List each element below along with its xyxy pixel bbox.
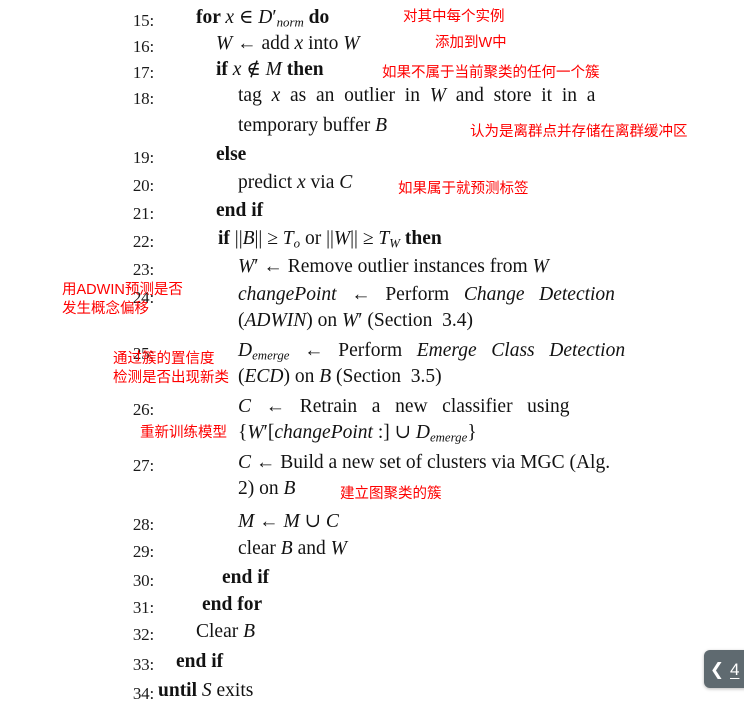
line-number: 20: — [132, 176, 154, 195]
algorithm-line: (ECD) on B (Section 3.5) — [0, 367, 744, 393]
line-code: temporary buffer B — [238, 115, 388, 136]
line-code: else — [216, 144, 247, 165]
line-code: changePoint ← Perform Change Detection — [238, 284, 615, 305]
line-number: 19: — [132, 148, 154, 167]
line-number: 21: — [132, 204, 154, 223]
algorithm-line: {W′[changePoint :] ∪ Demerge} — [0, 423, 744, 449]
line-code: 2) on B — [238, 478, 296, 499]
line-number: 31: — [132, 598, 154, 617]
line-number: 27: — [132, 456, 154, 475]
annotation-note: 通过簇的置信度 检测是否出现新类 — [113, 351, 229, 386]
algorithm-line: 18: tag x as an outlier in W and store it… — [0, 86, 744, 112]
line-code: until S exits — [158, 680, 254, 701]
line-code: C ← Retrain a new classifier using — [238, 396, 570, 417]
annotation-note: 重新训练模型 — [140, 425, 227, 441]
line-number: 26: — [132, 400, 154, 419]
line-code: end for — [202, 594, 263, 615]
algorithm-line: 15: for x ∈ D′norm do — [0, 8, 744, 34]
line-code: Demerge ← Perform Emerge Class Detection — [238, 340, 626, 363]
line-code: {W′[changePoint :] ∪ Demerge} — [238, 422, 477, 445]
annotation-note: 如果不属于当前聚类的任何一个簇 — [382, 65, 600, 81]
line-number: 23: — [132, 260, 154, 279]
line-code: Clear B — [196, 621, 256, 642]
line-code: tag x as an outlier in W and store it in… — [238, 85, 596, 106]
algorithm-line: 16: W ← add x into W — [0, 34, 744, 60]
line-code: W ← add x into W — [216, 33, 360, 54]
line-number: 17: — [132, 63, 154, 82]
line-code: if ||B|| ≥ To or ||W|| ≥ TW then — [218, 228, 442, 251]
algorithm-line: 22: if ||B|| ≥ To or ||W|| ≥ TW then — [0, 229, 744, 255]
line-code: if x ∉ M then — [216, 59, 324, 80]
line-number: 33: — [132, 655, 154, 674]
algorithm-line: 27: C ← Build a new set of clusters via M… — [0, 453, 744, 479]
line-code: end if — [222, 567, 270, 588]
algorithm-line: 26: C ← Retrain a new classifier using — [0, 397, 744, 423]
page-number-label[interactable]: 4 — [730, 661, 739, 678]
line-code: predict x via C — [238, 172, 353, 193]
line-number: 16: — [132, 37, 154, 56]
algorithm-line: 25: Demerge ← Perform Emerge Class Detect… — [0, 341, 744, 367]
algorithm-line: 19: else — [0, 145, 744, 171]
line-number: 22: — [132, 232, 154, 251]
line-number: 29: — [132, 542, 154, 561]
chevron-left-icon[interactable]: ❮ — [704, 661, 730, 678]
algorithm-line: 32: Clear B — [0, 622, 744, 648]
annotation-note: 如果属于就预测标签 — [398, 181, 529, 197]
line-number: 15: — [132, 11, 154, 30]
line-code: (ECD) on B (Section 3.5) — [238, 366, 442, 387]
annotation-note: 用ADWIN预测是否 发生概念偏移 — [62, 282, 183, 317]
algorithm-line: 21: end if — [0, 201, 744, 227]
algorithm-line: 17: if x ∉ M then — [0, 60, 744, 86]
algorithm-line: 29: clear B and W — [0, 539, 744, 565]
algorithm-line: 33: end if — [0, 652, 744, 678]
annotation-note: 添加到W中 — [435, 35, 507, 51]
page-navigation-pill[interactable]: ❮ 4 — [704, 650, 744, 688]
line-code: M ← M ∪ C — [238, 511, 339, 532]
algorithm-line: 30: end if — [0, 568, 744, 594]
annotation-note: 对其中每个实例 — [403, 9, 505, 25]
algorithm-line: 34: until S exits — [0, 681, 744, 707]
line-number: 32: — [132, 625, 154, 644]
algorithm-line: 20: predict x via C — [0, 173, 744, 199]
line-code: (ADWIN) on W′ (Section 3.4) — [238, 310, 473, 331]
line-code: end if — [176, 651, 224, 672]
line-code: C ← Build a new set of clusters via MGC … — [238, 452, 611, 473]
annotation-note: 建立图聚类的簇 — [340, 486, 442, 502]
algorithm-line: 31: end for — [0, 595, 744, 621]
line-code: clear B and W — [238, 538, 347, 559]
line-code: W′ ← Remove outlier instances from W — [238, 256, 549, 277]
algorithm-pseudocode-block: 15: for x ∈ D′norm do 16: W ← add x into W1… — [0, 0, 744, 708]
line-code: end if — [216, 200, 264, 221]
algorithm-line: 23: W′ ← Remove outlier instances from W — [0, 257, 744, 283]
line-number: 18: — [132, 89, 154, 108]
annotation-note: 认为是离群点并存储在离群缓冲区 — [470, 124, 688, 140]
line-number: 30: — [132, 571, 154, 590]
line-code: for x ∈ D′norm do — [196, 7, 330, 30]
line-number: 28: — [132, 515, 154, 534]
line-number: 34: — [132, 684, 154, 703]
algorithm-line: 28: M ← M ∪ C — [0, 512, 744, 538]
